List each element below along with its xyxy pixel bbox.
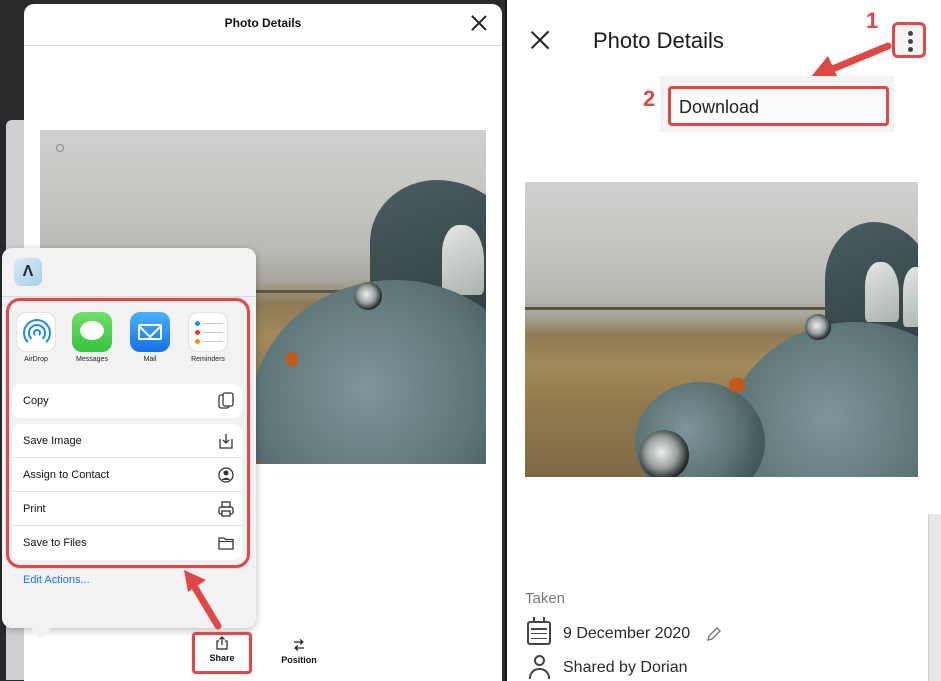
step-number-1: 1	[866, 8, 879, 33]
app-icon: Λ	[14, 258, 42, 286]
more-options-button[interactable]	[892, 22, 926, 58]
tutorial-composite: Photo Details Λ AirDrop Messages Mail Re…	[0, 0, 941, 681]
person-icon	[529, 655, 551, 679]
pencil-icon[interactable]	[706, 626, 722, 642]
position-button[interactable]: Position	[274, 638, 324, 665]
highlight-share-button	[192, 632, 252, 674]
photo-date: 9 December 2020	[563, 625, 691, 642]
position-label: Position	[281, 655, 317, 665]
step-number-2: 2	[643, 86, 656, 111]
close-icon[interactable]	[470, 14, 488, 32]
position-icon	[294, 639, 304, 651]
arrow-to-share-icon	[184, 570, 222, 630]
highlight-share-options	[6, 298, 250, 568]
download-menu-item[interactable]: Download	[668, 86, 889, 126]
ios-header: Photo Details	[24, 4, 502, 46]
sheet-divider	[2, 296, 256, 297]
ios-page-title: Photo Details	[224, 16, 302, 30]
details-section-label: Taken	[525, 590, 566, 607]
edit-actions-link[interactable]: Edit Actions...	[23, 574, 90, 586]
android-photo	[525, 182, 918, 477]
shared-by-text: Shared by Dorian	[563, 659, 688, 676]
close-icon[interactable]	[530, 30, 550, 50]
android-page-title: Photo Details	[593, 28, 724, 53]
calendar-icon	[527, 617, 551, 645]
edge-scrollbar	[928, 514, 941, 681]
